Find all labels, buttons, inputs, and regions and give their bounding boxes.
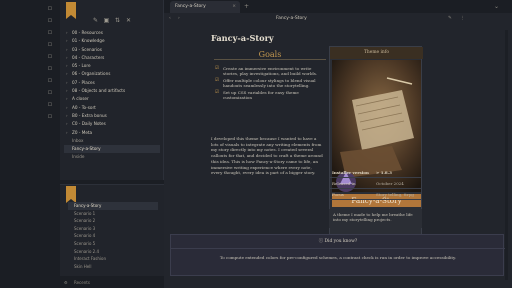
outline-item[interactable]: Scenario 2 [68,217,158,225]
tree-folder[interactable]: › 04 - Characters [64,54,160,62]
help-icon[interactable]: ⚙ [64,280,68,285]
collapse-icon[interactable]: ✕ [125,17,132,24]
note-body: I developed this theme because I wanted … [211,136,323,176]
status-bar: ⚙ Recents [60,277,164,288]
view-header: ‹ › Fancy-a-Story ✎ ⋮ [164,13,512,25]
goal-item: ☑ Offer multiple colour stylings to blend… [215,78,316,89]
tab-fancy-a-story[interactable]: Fancy-a-Story × [170,1,240,13]
tab-list-icon[interactable]: ⌄ [494,3,499,10]
outline-list: Fancy-a-Story Scenario 1 Scenario 2 Scen… [68,202,158,270]
more-options-icon[interactable]: ⋮ [460,13,465,25]
tree-folder[interactable]: › 00 - Resources [64,29,160,37]
camera-icon[interactable]: ▫ [46,112,54,120]
goals-list: ☑ Create an immersive environment to writ… [214,66,324,102]
outline-item[interactable]: Scenario 4 [68,232,158,240]
tree-folder[interactable]: › Z0 - Meta [64,129,160,137]
outline-item[interactable]: Scenario 3 [68,225,158,233]
tree-folder[interactable]: › 06 - Organizations [64,70,160,78]
outline-item[interactable]: Scenario 1 [68,210,158,218]
outline-item[interactable]: Fancy-a-Story [68,202,158,210]
tree-folder[interactable]: › 03 - Scenarios [64,46,160,54]
new-tab-icon[interactable]: + [244,3,249,10]
tree-folder[interactable]: › 05 - Lore [64,62,160,70]
forward-icon[interactable]: › [178,13,180,25]
file-tree: › 00 - Resources › 01 - Knowledge › 03 - Sc… [64,29,160,162]
infobox-caption: A theme I made to help me breathe life i… [329,209,422,228]
graph-icon[interactable]: ▫ [46,28,54,36]
status-label: Recents [74,280,90,285]
tree-folder[interactable]: › 07 - Places [64,79,160,87]
app-window: ▫ ▫ ▫ ▫ ▫ ▫ ▫ ▫ ▫ ▫ ✎ ▣ ⇅ ✕ › 00 - Resour… [0,0,512,288]
leaf-icon[interactable]: ▫ [46,88,54,96]
outline-item[interactable]: Interact Fashion [68,255,158,263]
outline-item[interactable]: Scenario 5 [68,240,158,248]
book-icon[interactable]: ▫ [46,100,54,108]
callout-title[interactable]: ⓘ Did you know? [171,237,505,247]
did-you-know-callout: ⓘ Did you know? To compute extended colo… [170,234,505,276]
table-row: Focus Story telling, ttrpg [329,189,422,200]
note-title: Fancy-a-Story [211,33,274,43]
sort-icon[interactable]: ⇅ [114,17,121,24]
tree-folder[interactable]: › B0 - Extra bonus [64,112,160,120]
pin-icon[interactable]: ▫ [46,4,54,12]
check-icon: ☑ [215,78,220,84]
callout-divider [171,248,505,249]
bookmark-tab-icon[interactable] [66,2,76,19]
close-tab-icon[interactable]: × [232,1,236,13]
infobox-table: Installer version > 1.8.3 Released in Octo… [329,167,422,200]
new-folder-icon[interactable]: ▣ [103,17,110,24]
tree-folder[interactable]: › 01 - Knowledge [64,37,160,45]
dice-icon[interactable]: ▫ [46,64,54,72]
tree-folder[interactable]: › C0 - Daily Notes [64,120,160,128]
tree-file[interactable]: Inbox [64,137,160,145]
folder-icon[interactable]: ▫ [46,52,54,60]
blocks-icon[interactable]: ▫ [46,76,54,84]
infobox-header[interactable]: Theme info [330,47,423,59]
tree-folder[interactable]: › A closer [64,95,160,103]
bookmark-tab-icon[interactable] [66,186,76,203]
tree-file[interactable]: Inside [64,153,160,161]
outline-item[interactable]: Skin Hell [68,263,158,271]
new-note-icon[interactable]: ✎ [92,17,99,24]
goal-item: ☑ Create an immersive environment to writ… [215,66,318,77]
goal-item: ☑ Set up CSS variables for easy theme cus… [215,90,299,101]
calendar-icon[interactable]: ▫ [46,16,54,24]
check-icon: ☑ [215,66,220,71]
view-header-title: Fancy-a-Story [276,16,307,21]
edit-icon[interactable]: ✎ [448,13,452,25]
back-icon[interactable]: ‹ [169,13,171,25]
goals-heading: Goals [214,50,326,60]
editor-scrollbar[interactable] [505,30,508,280]
check-icon: ☑ [215,90,220,96]
outline-item[interactable]: Scenario 2.4 [68,248,158,256]
callout-text: To compute extended colors for pre-confi… [219,255,457,260]
tree-file-active[interactable]: Fancy-a-Story [64,145,160,154]
terminal-icon[interactable]: ▫ [46,40,54,48]
table-row: Installer version > 1.8.3 [329,167,422,178]
table-row: Released in October 2024 [329,178,422,189]
tree-folder[interactable]: › 08 - Objects and artifacts [64,87,160,95]
ribbon: ▫ ▫ ▫ ▫ ▫ ▫ ▫ ▫ ▫ ▫ [0,0,60,288]
tree-folder[interactable]: › A0 - To-sort [64,104,160,112]
